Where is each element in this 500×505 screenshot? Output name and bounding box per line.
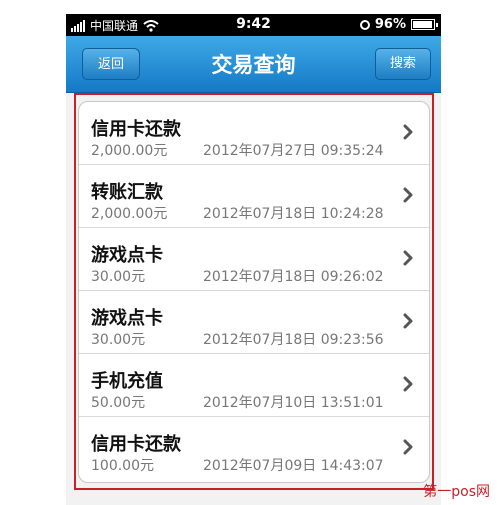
phone-screen: 中国联通 9:42 96% 返回 交易查询 搜索 信用卡还款 2,000.00元 2… [66, 14, 441, 505]
watermark: 第一pos网 [423, 484, 490, 500]
transaction-title: 手机充值 [91, 371, 163, 392]
battery-percent: 96% [374, 17, 406, 32]
transaction-time: 2012年07月09日 14:43:07 [203, 458, 384, 474]
navigation-bar: 返回 交易查询 搜索 [66, 36, 441, 93]
transaction-row[interactable]: 信用卡还款 100.00元 2012年07月09日 14:43:07 [79, 417, 429, 480]
transaction-title: 信用卡还款 [91, 119, 181, 140]
search-button[interactable]: 搜索 [375, 48, 431, 80]
transaction-time: 2012年07月18日 10:24:28 [203, 206, 384, 222]
transaction-amount: 30.00元 [91, 269, 146, 285]
chevron-right-icon [403, 439, 413, 455]
transaction-row[interactable]: 游戏点卡 30.00元 2012年07月18日 09:26:02 [79, 228, 429, 291]
transaction-row[interactable]: 转账汇款 2,000.00元 2012年07月18日 10:24:28 [79, 165, 429, 228]
transaction-amount: 100.00元 [91, 458, 154, 474]
transaction-row[interactable]: 游戏点卡 30.00元 2012年07月18日 09:23:56 [79, 291, 429, 354]
transaction-amount: 2,000.00元 [91, 143, 168, 159]
transaction-amount: 2,000.00元 [91, 206, 168, 222]
chevron-right-icon [403, 313, 413, 329]
battery-level [413, 21, 432, 28]
status-bar: 中国联通 9:42 96% [66, 14, 441, 36]
transaction-row[interactable]: 信用卡还款 2,000.00元 2012年07月27日 09:35:24 [79, 102, 429, 165]
battery-icon [411, 19, 438, 30]
transaction-time: 2012年07月27日 09:35:24 [203, 143, 384, 159]
transaction-time: 2012年07月18日 09:26:02 [203, 269, 384, 285]
transaction-time: 2012年07月18日 09:23:56 [203, 332, 384, 348]
transaction-amount: 50.00元 [91, 395, 146, 411]
transaction-title: 游戏点卡 [91, 245, 163, 266]
chevron-right-icon [403, 376, 413, 392]
chevron-right-icon [403, 187, 413, 203]
orientation-lock-icon [359, 19, 370, 30]
transaction-row[interactable]: 手机充值 50.00元 2012年07月10日 13:51:01 [79, 354, 429, 417]
chevron-right-icon [403, 124, 413, 140]
transaction-title: 转账汇款 [91, 182, 163, 203]
chevron-right-icon [403, 250, 413, 266]
transaction-time: 2012年07月10日 13:51:01 [203, 395, 384, 411]
transaction-title: 游戏点卡 [91, 308, 163, 329]
transaction-title: 信用卡还款 [91, 434, 181, 455]
transaction-list: 信用卡还款 2,000.00元 2012年07月27日 09:35:24 转账汇款 2,… [78, 101, 430, 483]
status-right: 96% [359, 17, 438, 32]
transaction-amount: 30.00元 [91, 332, 146, 348]
